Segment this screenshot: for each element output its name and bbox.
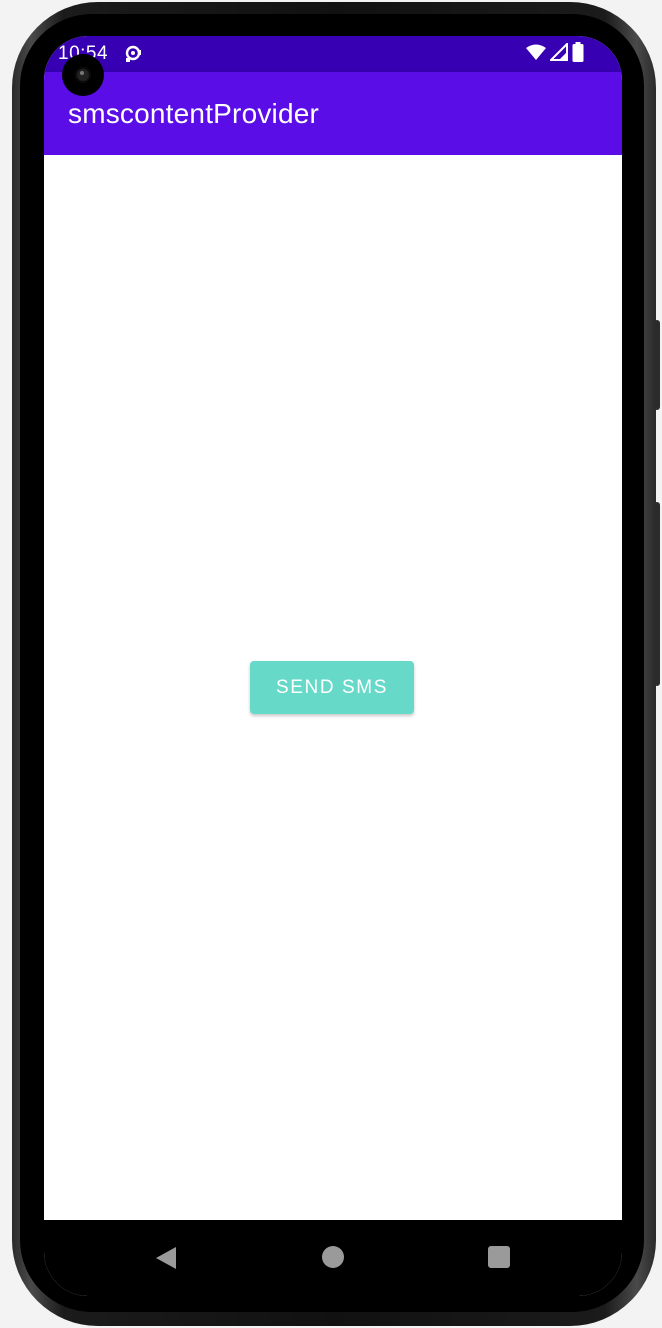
power-button[interactable] <box>654 320 660 410</box>
app-title: smscontentProvider <box>68 98 320 129</box>
device-screen: 10:54 <box>44 36 622 1296</box>
navigation-bar <box>44 1220 622 1296</box>
status-bar: 10:54 <box>44 36 622 72</box>
volume-button[interactable] <box>654 502 660 686</box>
back-icon[interactable] <box>154 1246 178 1270</box>
data-sync-icon <box>124 45 142 63</box>
recents-icon[interactable] <box>488 1246 510 1268</box>
send-sms-button[interactable]: SEND SMS <box>250 661 414 714</box>
camera-lens <box>75 67 91 83</box>
status-icons <box>526 41 584 67</box>
home-icon[interactable] <box>322 1246 344 1268</box>
cell-signal-icon <box>548 41 568 66</box>
device-frame: 10:54 <box>0 0 662 1328</box>
main-content: SEND SMS <box>44 155 622 1220</box>
battery-icon <box>572 41 584 67</box>
front-camera <box>62 54 104 96</box>
wifi-icon <box>526 44 546 65</box>
app-bar: smscontentProvider <box>44 72 622 155</box>
